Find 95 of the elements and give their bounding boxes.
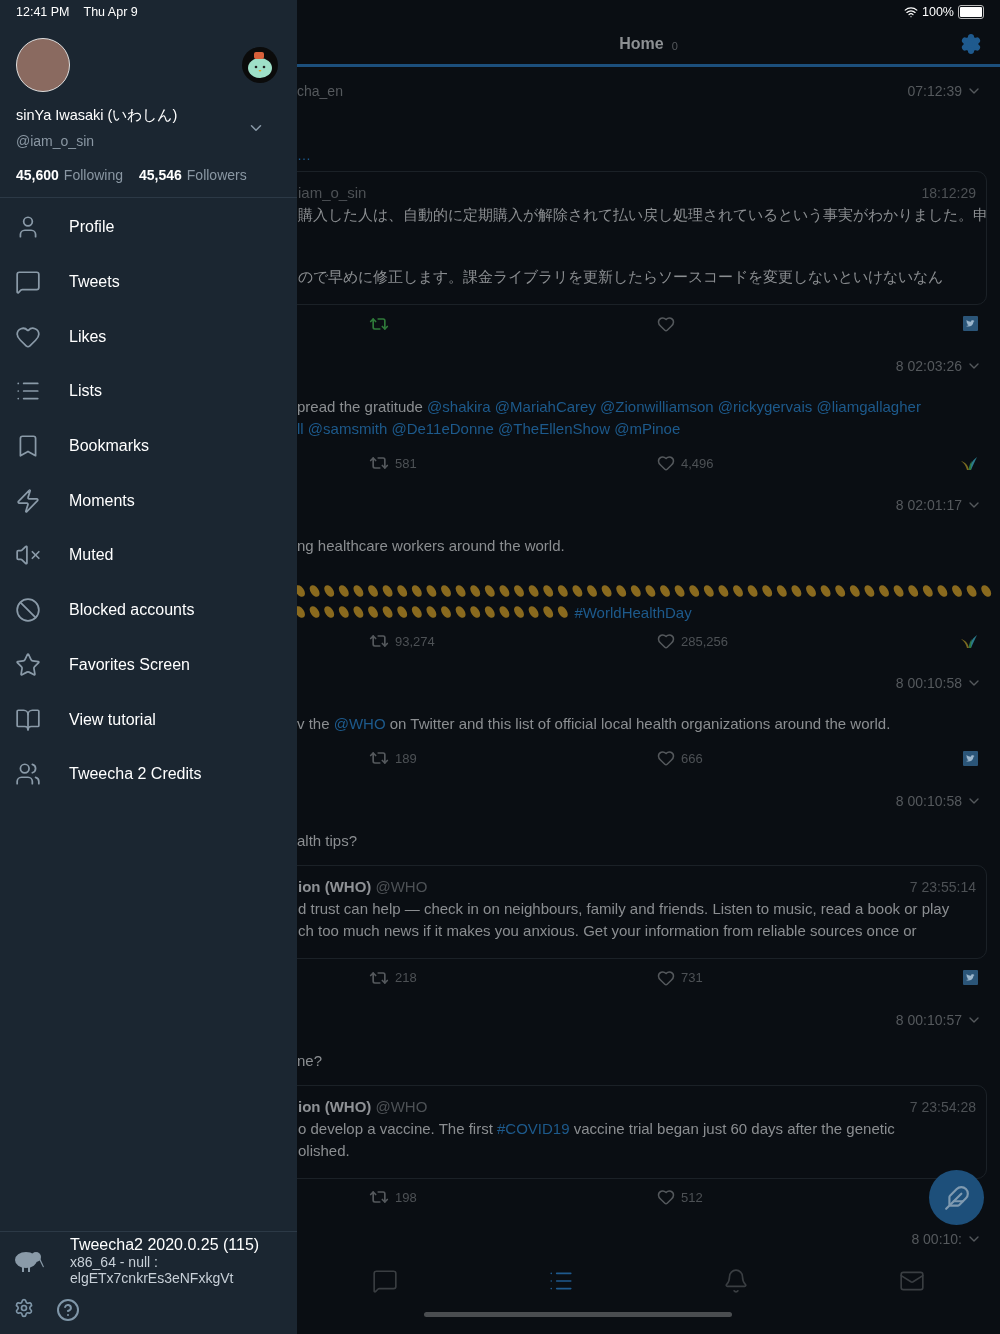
people-icon [15,761,41,788]
quoted-handle: @WHO [375,1097,428,1115]
tweet-time: 8 00:10: [911,1231,962,1248]
compose-button[interactable] [929,1170,984,1225]
like-icon[interactable] [657,454,675,473]
like-count: 285,256 [681,633,728,649]
tweet-text: ng healthcare workers around the world. [297,536,565,554]
author-handle: cha_en [297,82,343,99]
menu-item[interactable]: Likes [69,327,107,346]
feather-icon [943,1184,970,1211]
followers-count: 45,546 [138,167,182,183]
menu-item[interactable]: Muted [69,546,114,565]
tweet-text: ne? [297,1051,323,1069]
tweet-text: alth tips? [297,832,358,850]
header-title: Home [619,35,664,53]
menu-item[interactable]: View tutorial [69,710,156,729]
bird-badge-icon [963,970,978,986]
battery-icon [958,5,984,19]
quoted-time: 18:12:29 [921,185,976,202]
sprout-icon [960,634,978,649]
tweet-text: v the [297,715,331,732]
settings-icon[interactable] [960,33,982,55]
bird-badge-icon [963,750,978,766]
menu-item[interactable]: Bookmarks [69,437,150,456]
like-icon[interactable] [657,1188,675,1207]
quoted-author: ion (WHO) [298,878,373,896]
user-name: sinYa Iwasaki (いわしん) [16,106,178,125]
tweet-text: olished. [298,1141,350,1159]
tweet-text: vaccine trial began just 60 days after the genetic [572,1119,895,1137]
sprout-icon [960,456,978,471]
menu-item[interactable]: Tweecha 2 Credits [69,765,202,784]
like-count: 731 [681,970,703,986]
tweet-text: ので早めに修正します。課金ライブラリを更新したらソースコードを変更しないといけないなん [298,268,943,286]
retweet-count: 189 [395,750,417,766]
status-date: Thu Apr 9 [83,5,138,21]
book-icon [15,706,41,733]
bird-badge-icon [963,316,978,332]
tweet-time: 8 02:01:17 [895,497,962,514]
battery-percent: 100% [922,5,954,19]
tweet-text: 購入した人は、自動的に定期購入が解除されて払い戻し処理されているという事実がわかりました。申 [298,206,988,224]
like-count: 4,496 [681,455,714,471]
menu-item[interactable]: Blocked accounts [69,601,195,620]
chat-bubble-icon[interactable] [371,1268,398,1294]
quoted-tweet-card[interactable]: iam_o_sin 18:12:29 購入した人は、自動的に定期購入が解除されて払い戻し処理されているという事実がわかりました。申 ので早めに修正します。課金ライブラリを更新したらソースコードを変更しないといけないなん [297,171,987,306]
menu-item[interactable]: Moments [69,491,135,510]
app-version: Tweecha2 2020.0.25 (115) [70,1236,260,1254]
build-id: elgETx7cnkrEs3eNFxkgVt [70,1270,235,1286]
tweet-time: 8 00:10:57 [895,1011,962,1028]
like-count: 512 [681,1189,703,1205]
build-info: x86_64 - null : [70,1254,159,1270]
quoted-tweet-card[interactable] [297,865,987,960]
wifi-icon [904,5,918,19]
tweet-time: 07:12:39 [907,82,962,99]
tweet-text: o develop a vaccine. The first [298,1119,494,1137]
bird-mascot-icon[interactable] [242,47,278,83]
kiwi-bird-icon [14,1250,44,1272]
following-count: 45,600 [16,167,59,183]
quoted-handle: iam_o_sin [298,184,367,202]
quoted-author: ion (WHO) [298,1097,373,1115]
star-icon [15,651,41,678]
following-label[interactable]: Following [63,167,123,183]
retweet-count: 581 [395,455,417,471]
settings-icon[interactable] [14,1298,34,1318]
bell-icon[interactable] [723,1268,750,1294]
tweet-text: d trust can help — check in on neighbours, family and friends. Listen to music, read a book or play [298,900,950,918]
lightning-icon [15,487,41,514]
unread-count: 0 [671,40,678,52]
speech-bubble-icon [15,269,41,296]
menu-item[interactable]: Profile [69,218,115,237]
like-count: 666 [681,750,703,766]
retweet-count: 93,274 [395,633,435,649]
like-icon[interactable] [657,632,675,651]
tweet-time: 8 00:10:58 [895,792,962,809]
quoted-time: 7 23:54:28 [909,1098,976,1115]
quoted-handle: @WHO [375,878,428,896]
retweet-count: 218 [395,970,417,986]
help-icon[interactable] [56,1298,80,1322]
like-icon[interactable] [657,749,675,768]
like-icon[interactable] [657,314,675,333]
tweet-time: 8 02:03:26 [895,358,962,374]
user-handle: @iam_o_sin [16,133,96,149]
followers-label[interactable]: Followers [186,167,247,183]
status-time: 12:41 PM [16,5,70,21]
tweet-text: on Twitter and this list of official local health organizations around the world. [388,715,891,732]
menu-item[interactable]: Lists [69,382,102,401]
menu-item[interactable]: Tweets [69,273,120,292]
tweet-time: 8 00:10:58 [895,675,962,692]
avatar[interactable] [16,38,70,92]
tweet-text: ch too much news if it makes you anxious. Get your information from reliable sources once or [298,922,917,940]
tweet-text: pread the gratitude [297,397,424,415]
blocked-icon [15,597,41,624]
quoted-time: 7 23:55:14 [909,879,976,896]
retweet-count: 198 [395,1189,417,1205]
menu-item[interactable]: Favorites Screen [69,655,190,674]
like-icon[interactable] [657,968,675,987]
